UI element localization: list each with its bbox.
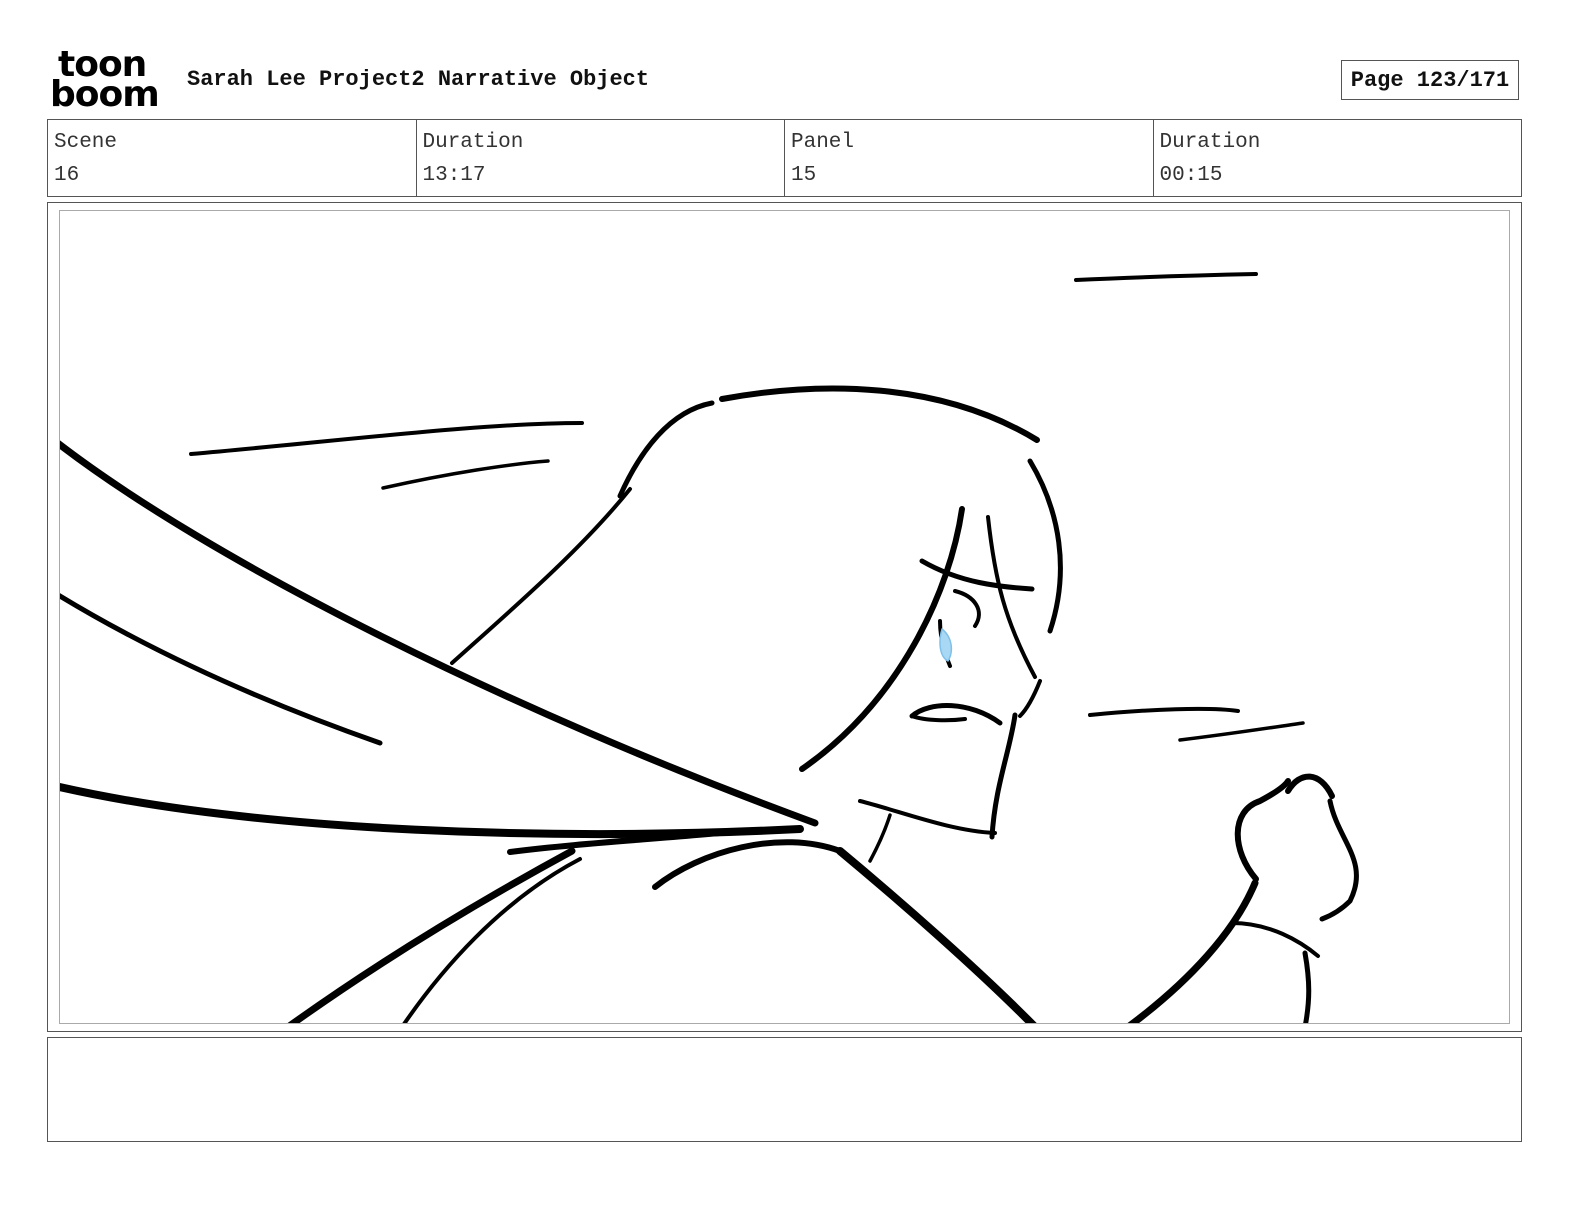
panel-duration-label: Duration [1159,131,1261,154]
panel-cell: Panel 15 [785,120,1154,196]
speed-line [1088,706,1240,717]
scarf-line [60,593,383,746]
shoulder-line [836,847,1037,1023]
face-line [953,589,981,628]
face-line [858,799,997,835]
hair-outline [450,487,632,665]
face-line [1018,679,1042,718]
arm-line [1302,950,1312,1023]
speed-line [189,421,584,456]
arm-line [1127,879,1259,1023]
hair-outline [617,400,715,499]
panel-duration-cell: Duration 00:15 [1154,120,1522,196]
body-line [287,847,576,1023]
face-line [910,714,967,723]
speed-line [1178,721,1305,742]
logo-text-bottom: boom [50,74,160,115]
face-line [799,506,965,772]
fist-line [1319,798,1359,922]
page-label: Page 123/171 [1350,67,1510,93]
storyboard-panel-frame [47,202,1522,1032]
tear-drop [939,628,953,662]
fist-line [1285,773,1335,799]
scarf-line [60,440,819,827]
speed-line [381,459,550,490]
toonboom-logo: toon boom [50,47,165,115]
shoulder-line [652,839,843,890]
body-line [402,857,582,1023]
scene-duration-label: Duration [422,131,524,154]
project-title: Sarah Lee Project2 Narrative Object [187,67,650,92]
panel-info-table: Scene 16 Duration 13:17 Panel 15 Duratio… [47,119,1522,197]
page-number: Page 123/171 [1341,60,1519,100]
panel-value: 15 [791,164,817,187]
face-line [986,515,1037,679]
hair-outline [719,385,1040,443]
face-line [989,712,1018,840]
neck-line [868,813,892,863]
fist-line [1234,778,1291,882]
storyboard-sketch [60,272,1359,1023]
speed-line [1074,272,1258,282]
face-line [919,558,1035,592]
storyboard-panel [59,210,1510,1024]
scarf-line [60,783,804,838]
scene-cell: Scene 16 [48,120,417,196]
panel-label: Panel [791,131,855,154]
scene-label: Scene [54,131,118,154]
scene-value: 16 [54,164,80,187]
scene-duration-value: 13:17 [422,164,486,187]
panel-notes-box [47,1037,1522,1142]
panel-duration-value: 00:15 [1159,164,1223,187]
hair-outline [1027,458,1063,634]
scene-duration-cell: Duration 13:17 [417,120,785,196]
